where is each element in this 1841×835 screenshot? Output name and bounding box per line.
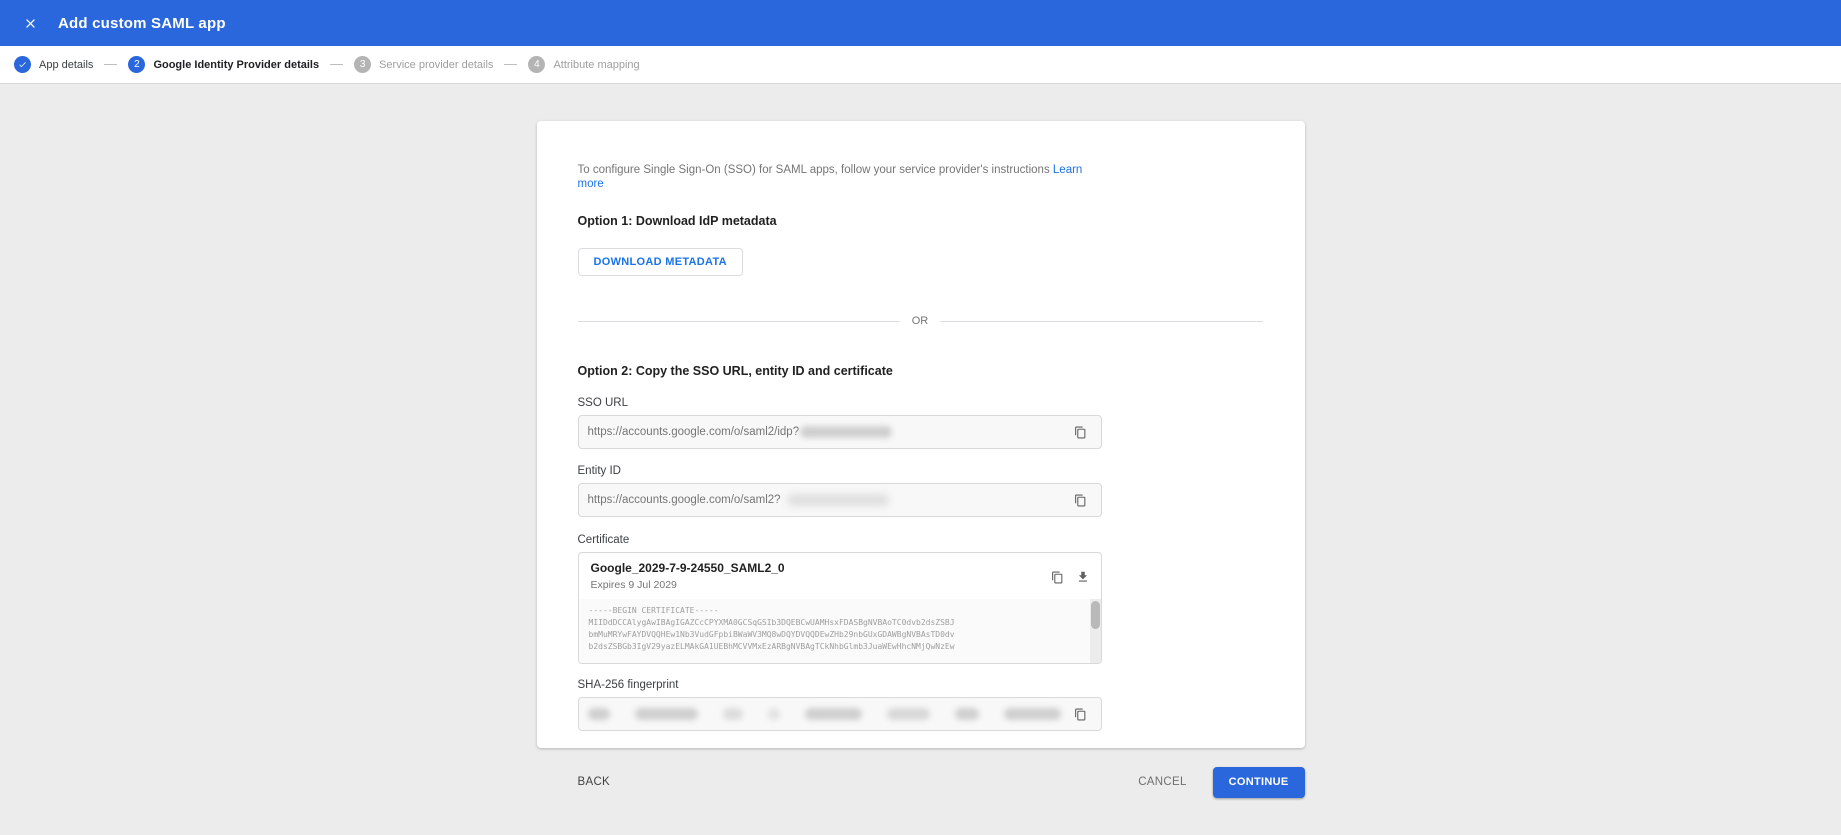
pem-line: -----BEGIN CERTIFICATE----- bbox=[588, 606, 719, 615]
fingerprint-label: SHA-256 fingerprint bbox=[577, 679, 679, 691]
sso-url-label: SSO URL bbox=[577, 397, 629, 409]
step-connector bbox=[104, 64, 118, 65]
pem-line: bmMuMRYwFAYDVQQHEw1Nb3VudGFpbiBWaWV3MQ8w… bbox=[588, 630, 955, 639]
certificate-scrollbar-thumb[interactable] bbox=[1090, 601, 1100, 629]
redacted-blur bbox=[786, 494, 889, 506]
step-label: Google Identity Provider details bbox=[153, 58, 320, 71]
dialog-title: Add custom SAML app bbox=[58, 14, 226, 32]
certificate-label: Certificate bbox=[577, 534, 630, 546]
dialog-header-bar: Add custom SAML app bbox=[0, 0, 1841, 46]
sso-url-field: https://accounts.google.com/o/saml2/idp? bbox=[577, 415, 1102, 449]
redacted-blur bbox=[587, 708, 610, 720]
copy-fingerprint-icon[interactable] bbox=[1072, 705, 1090, 723]
entity-id-value: https://accounts.google.com/o/saml2? bbox=[587, 494, 781, 506]
step-connector bbox=[330, 64, 344, 65]
entity-id-label: Entity ID bbox=[577, 465, 621, 477]
option1-heading: Option 1: Download IdP metadata bbox=[577, 214, 777, 228]
redacted-blur bbox=[804, 708, 863, 720]
step-number-badge: 2 bbox=[128, 56, 146, 73]
idp-details-card: To configure Single Sign-On (SSO) for SA… bbox=[536, 121, 1305, 748]
footer-actions: BACK CANCEL CONTINUE bbox=[537, 766, 1305, 798]
certificate-box: Google_2029-7-9-24550_SAML2_0 Expires 9 … bbox=[577, 552, 1102, 664]
divider-line bbox=[940, 320, 1263, 322]
option2-heading: Option 2: Copy the SSO URL, entity ID an… bbox=[577, 364, 893, 378]
page-body: To configure Single Sign-On (SSO) for SA… bbox=[0, 121, 1841, 798]
copy-entity-id-icon[interactable] bbox=[1072, 491, 1090, 509]
sso-url-value: https://accounts.google.com/o/saml2/idp? bbox=[587, 426, 800, 438]
download-metadata-button[interactable]: DOWNLOAD METADATA bbox=[577, 248, 743, 276]
entity-id-field: https://accounts.google.com/o/saml2? bbox=[577, 483, 1102, 517]
download-certificate-icon[interactable] bbox=[1074, 568, 1092, 586]
step-app-details[interactable]: App details bbox=[14, 56, 93, 73]
redacted-blur bbox=[634, 708, 699, 720]
continue-button[interactable]: CONTINUE bbox=[1212, 766, 1305, 798]
certificate-name: Google_2029-7-9-24550_SAML2_0 bbox=[590, 561, 785, 575]
step-number-badge: 3 bbox=[354, 56, 372, 73]
copy-sso-url-icon[interactable] bbox=[1072, 423, 1090, 441]
stepper: App details 2 Google Identity Provider d… bbox=[0, 46, 1841, 84]
redacted-blur bbox=[723, 708, 743, 720]
intro-text: To configure Single Sign-On (SSO) for SA… bbox=[578, 163, 1102, 191]
or-divider: OR bbox=[577, 315, 1263, 327]
redacted-blur bbox=[955, 708, 980, 720]
intro-text-body: To configure Single Sign-On (SSO) for SA… bbox=[577, 164, 1050, 176]
step-google-idp-details[interactable]: 2 Google Identity Provider details bbox=[128, 56, 319, 73]
pem-line: MIIDdDCCAlygAwIBAgIGAZCcCPYXMA0GCSqGSIb3… bbox=[588, 618, 955, 627]
step-label: Service provider details bbox=[379, 58, 494, 71]
pem-line: b2dsZSBGb3IgV29yazELMAkGA1UEBhMCVVMxEzAR… bbox=[588, 642, 955, 651]
fingerprint-field bbox=[577, 697, 1102, 731]
step-attribute-mapping[interactable]: 4 Attribute mapping bbox=[528, 56, 640, 73]
or-divider-label: OR bbox=[911, 315, 929, 327]
redacted-blur bbox=[767, 708, 780, 720]
certificate-header: Google_2029-7-9-24550_SAML2_0 Expires 9 … bbox=[579, 553, 1101, 599]
step-service-provider-details[interactable]: 3 Service provider details bbox=[354, 56, 493, 73]
close-icon[interactable] bbox=[16, 9, 44, 37]
step-complete-check-icon bbox=[14, 56, 31, 73]
redacted-blur bbox=[1004, 708, 1061, 720]
cancel-button[interactable]: CANCEL bbox=[1138, 776, 1186, 788]
certificate-pem-text: -----BEGIN CERTIFICATE----- MIIDdDCCAlyg… bbox=[578, 599, 1101, 663]
certificate-expiry: Expires 9 Jul 2029 bbox=[590, 579, 677, 591]
back-button[interactable]: BACK bbox=[578, 776, 611, 788]
step-label: App details bbox=[39, 58, 94, 71]
copy-certificate-icon[interactable] bbox=[1049, 568, 1067, 586]
step-number-badge: 4 bbox=[528, 56, 546, 73]
step-label: Attribute mapping bbox=[553, 58, 640, 71]
divider-line bbox=[577, 320, 900, 322]
step-connector bbox=[504, 64, 518, 65]
redacted-blur bbox=[887, 708, 931, 720]
redacted-blur bbox=[800, 426, 893, 438]
